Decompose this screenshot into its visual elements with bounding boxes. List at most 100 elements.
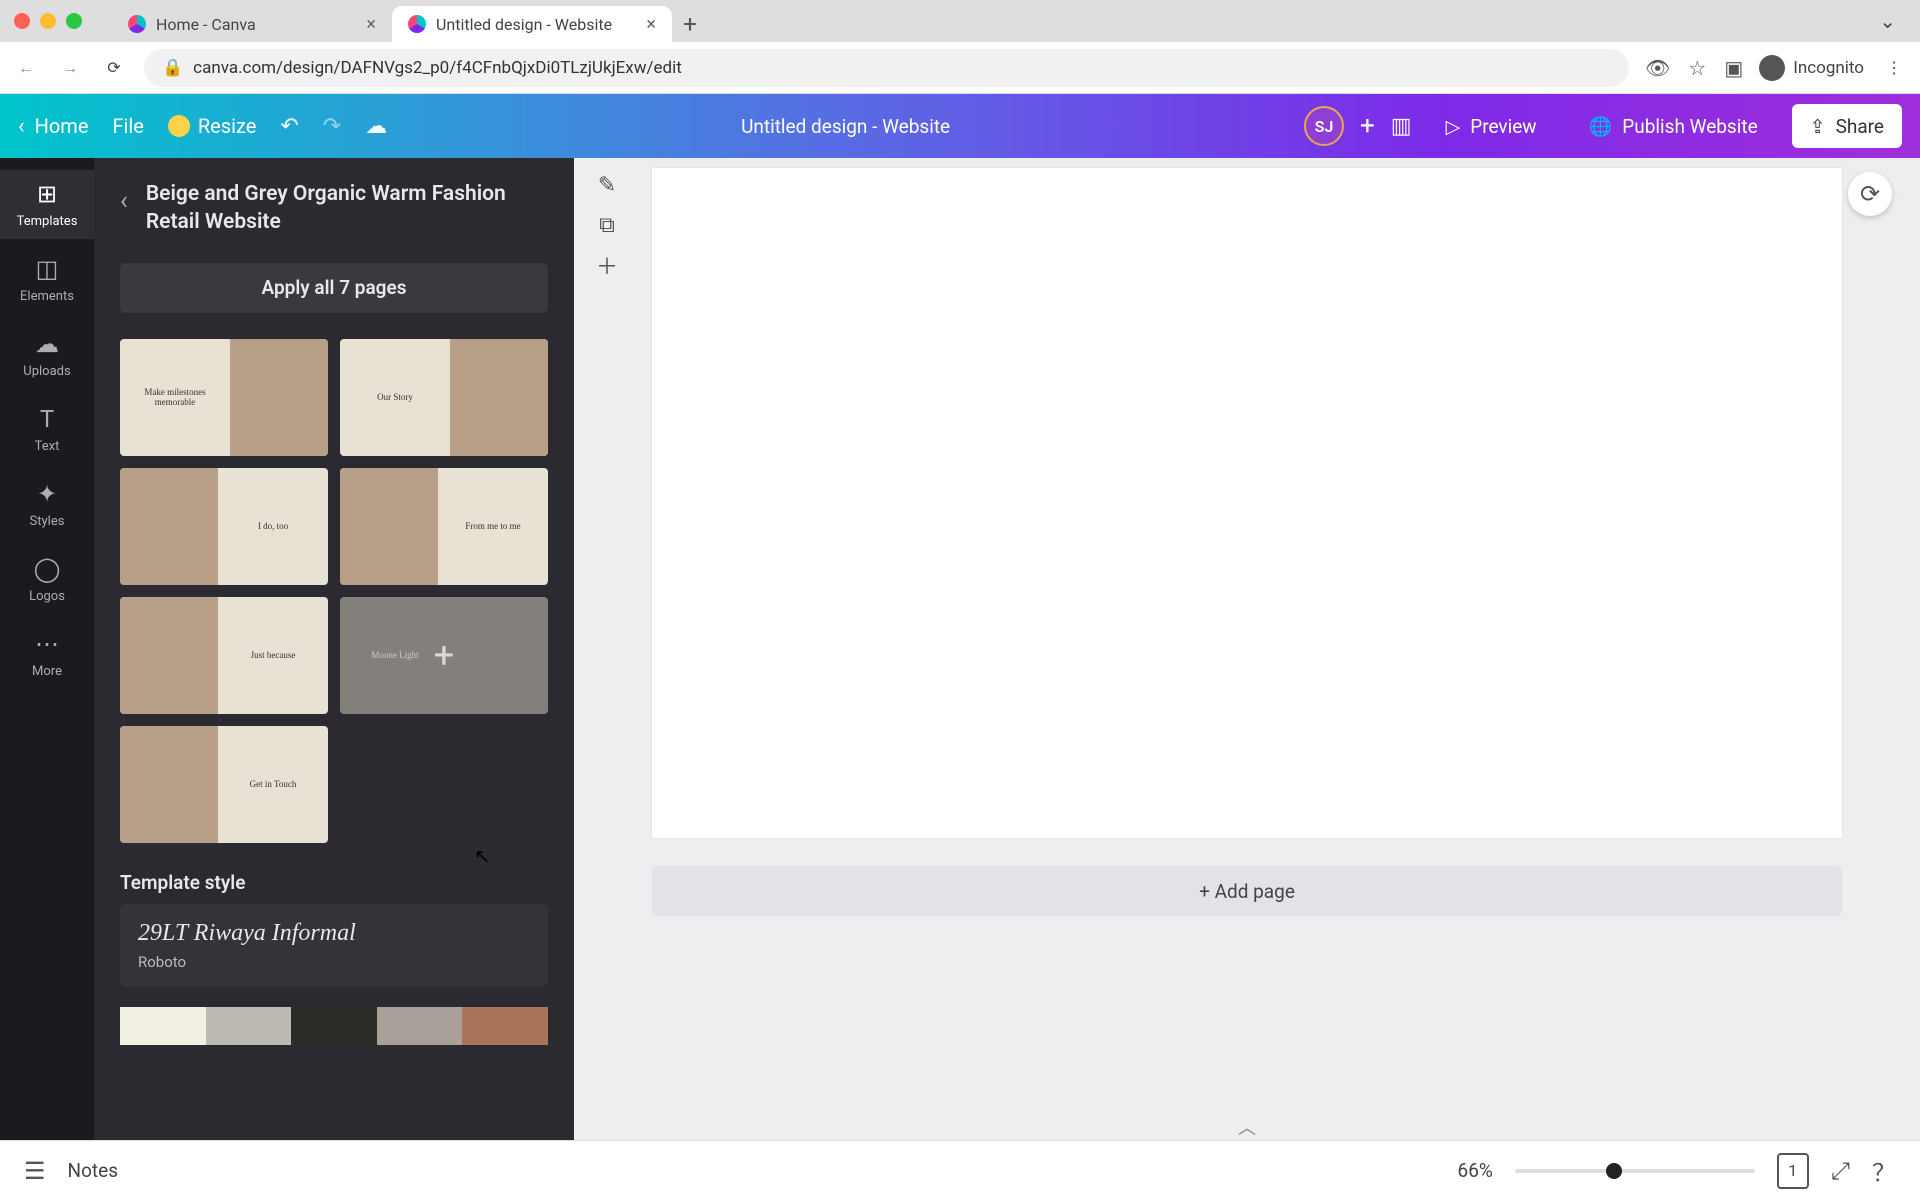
cloud-save-icon[interactable]: ☁: [365, 114, 387, 139]
template-page-thumb[interactable]: Make milestones memorable: [120, 339, 328, 456]
notes-label[interactable]: Notes: [68, 1159, 119, 1182]
undo-button[interactable]: ↶: [280, 114, 298, 139]
canvas-page[interactable]: [652, 168, 1842, 838]
swatch[interactable]: [462, 1007, 548, 1045]
preview-button[interactable]: ▷ Preview: [1428, 104, 1555, 148]
chevron-left-icon: ‹: [18, 114, 25, 139]
resize-button[interactable]: Resize: [168, 114, 257, 138]
fullscreen-icon[interactable]: ⤢: [1831, 1157, 1850, 1185]
expand-pages-handle[interactable]: ︿: [1238, 1114, 1256, 1140]
swatch[interactable]: [291, 1007, 377, 1045]
home-label: Home: [35, 114, 89, 138]
template-page-thumb[interactable]: Moone Light: [340, 597, 548, 714]
rail-label: More: [32, 664, 62, 679]
comments-icon[interactable]: ✎: [592, 170, 622, 200]
thumb-caption: I do, too: [218, 468, 328, 585]
add-collaborator-button[interactable]: +: [1360, 111, 1375, 141]
share-label: Share: [1836, 115, 1884, 138]
add-page-button[interactable]: + Add page: [652, 866, 1842, 916]
crown-icon: [168, 115, 190, 137]
minimize-window-icon[interactable]: [40, 13, 56, 29]
new-tab-button[interactable]: +: [672, 6, 708, 42]
swatch[interactable]: [206, 1007, 292, 1045]
browser-tab-home-canva[interactable]: Home - Canva ×: [112, 6, 392, 42]
redo-button[interactable]: ↷: [323, 114, 341, 139]
help-icon[interactable]: ？: [1872, 1153, 1896, 1188]
home-button[interactable]: ‹ Home: [18, 114, 88, 139]
tab-title: Home - Canva: [156, 15, 256, 34]
publish-button[interactable]: 🌐 Publish Website: [1571, 104, 1776, 148]
address-input[interactable]: 🔒 canva.com/design/DAFNVgs2_p0/f4CFnbQjx…: [144, 49, 1629, 87]
browser-tab-design[interactable]: Untitled design - Website ×: [392, 6, 672, 42]
user-avatar[interactable]: SJ: [1304, 106, 1344, 146]
rail-templates[interactable]: ⊞ Templates: [0, 170, 94, 239]
templates-icon: ⊞: [37, 180, 57, 208]
swatch[interactable]: [120, 1007, 206, 1045]
rail-uploads[interactable]: ☁ Uploads: [0, 320, 94, 389]
refresh-button[interactable]: ⟳: [1848, 172, 1892, 216]
reload-button[interactable]: ⟳: [100, 54, 128, 82]
preview-label: Preview: [1470, 115, 1536, 138]
profile-badge[interactable]: Incognito: [1759, 55, 1864, 81]
secondary-font-name: Roboto: [138, 953, 530, 971]
template-page-thumb[interactable]: Just because: [120, 597, 328, 714]
more-icon: ⋯: [35, 630, 59, 658]
canva-toolbar: ‹ Home File Resize ↶ ↷ ☁ Untitled design…: [0, 94, 1920, 158]
template-page-thumb[interactable]: I do, too: [120, 468, 328, 585]
lock-icon: 🔒: [162, 58, 183, 78]
template-page-thumb[interactable]: Get in Touch: [120, 726, 328, 843]
duplicate-icon[interactable]: ⧉: [592, 210, 622, 240]
rail-styles[interactable]: ✦ Styles: [0, 470, 94, 539]
template-page-thumb[interactable]: Our Story: [340, 339, 548, 456]
swatch[interactable]: [377, 1007, 463, 1045]
rail-label: Elements: [20, 289, 74, 304]
rail-label: Logos: [29, 589, 65, 604]
incognito-icon: [1759, 55, 1785, 81]
page-indicator[interactable]: 1: [1777, 1153, 1809, 1189]
browser-tabs: Home - Canva × Untitled design - Website…: [112, 0, 1869, 42]
zoom-percent-label[interactable]: 66%: [1458, 1159, 1493, 1182]
tab-overflow-icon[interactable]: ⌄: [1879, 9, 1906, 33]
zoom-slider[interactable]: [1515, 1169, 1755, 1173]
thumb-caption: Moone Light: [340, 597, 450, 714]
canvas-area: ✎ ⧉ ＋ ⟳ + Add page ︿: [574, 158, 1920, 1140]
style-fonts-block[interactable]: 29LT Riwaya Informal Roboto: [120, 904, 548, 987]
rail-logos[interactable]: ◯ Logos: [0, 545, 94, 614]
bookmark-star-icon[interactable]: ☆: [1688, 56, 1706, 80]
nav-forward-button: →: [56, 54, 84, 82]
thumb-caption: Get in Touch: [218, 726, 328, 843]
logos-icon: ◯: [34, 555, 61, 583]
maximize-window-icon[interactable]: [66, 13, 82, 29]
rail-more[interactable]: ⋯ More: [0, 620, 94, 689]
nav-back-button[interactable]: ←: [12, 54, 40, 82]
eye-icon[interactable]: 👁: [1645, 56, 1670, 80]
left-rail: ⊞ Templates ◫ Elements ☁ Uploads T Text …: [0, 158, 94, 1140]
close-tab-icon[interactable]: ×: [646, 14, 656, 35]
design-title[interactable]: Untitled design - Website: [387, 115, 1304, 138]
share-button[interactable]: ⇪ Share: [1792, 104, 1902, 148]
close-window-icon[interactable]: [14, 13, 30, 29]
template-page-thumb[interactable]: From me to me: [340, 468, 548, 585]
add-icon[interactable]: ＋: [592, 250, 622, 280]
url-text: canva.com/design/DAFNVgs2_p0/f4CFnbQjxDi…: [193, 58, 682, 78]
zoom-slider-thumb[interactable]: [1606, 1163, 1622, 1179]
publish-label: Publish Website: [1622, 115, 1757, 138]
resize-label: Resize: [198, 114, 257, 138]
panel-back-button[interactable]: ‹: [120, 186, 128, 216]
extensions-icon[interactable]: ▣: [1724, 56, 1743, 80]
url-actions: 👁 ☆ ▣: [1645, 56, 1743, 80]
canva-favicon-icon: [408, 15, 426, 33]
rail-elements[interactable]: ◫ Elements: [0, 245, 94, 314]
rail-label: Uploads: [23, 364, 70, 379]
file-menu[interactable]: File: [112, 114, 143, 138]
color-palette[interactable]: [120, 1007, 548, 1045]
rail-text[interactable]: T Text: [0, 395, 94, 464]
thumb-caption: Our Story: [340, 339, 450, 456]
close-tab-icon[interactable]: ×: [366, 14, 376, 35]
notes-icon[interactable]: ☰: [24, 1157, 46, 1185]
analytics-icon[interactable]: ▥: [1391, 114, 1412, 139]
kebab-menu-icon[interactable]: ⋮: [1880, 54, 1908, 82]
profile-label: Incognito: [1793, 58, 1864, 78]
apply-all-pages-button[interactable]: Apply all 7 pages: [120, 263, 548, 313]
browser-chrome: Home - Canva × Untitled design - Website…: [0, 0, 1920, 42]
